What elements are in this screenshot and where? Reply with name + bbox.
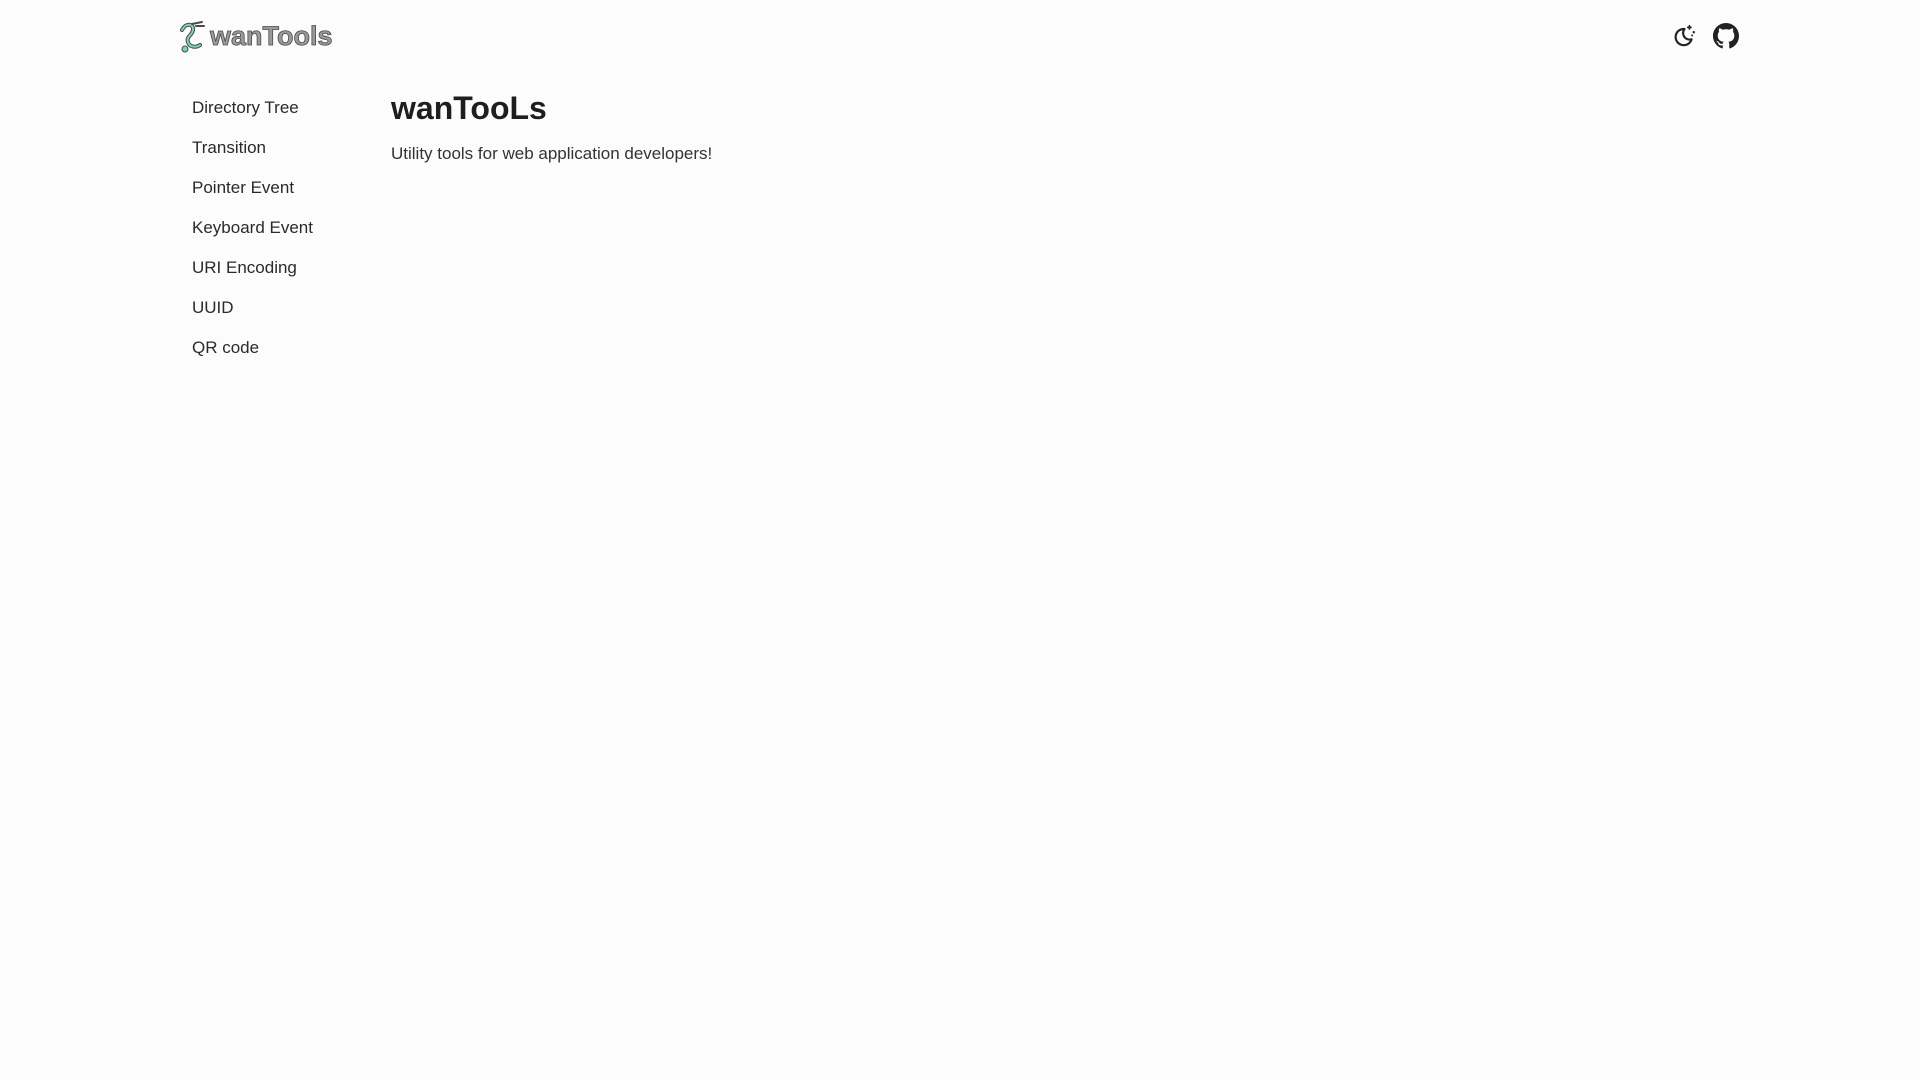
sidebar-item-uri-encoding[interactable]: URI Encoding [176,248,356,288]
logo-wordmark-icon: wanTools [180,21,333,53]
header-actions [1670,22,1740,50]
site-logo[interactable]: wanTools [176,18,336,54]
page-title: wanTooLs [391,90,547,126]
sidebar-nav: Directory Tree Transition Pointer Event … [176,88,356,368]
sidebar-item-directory-tree[interactable]: Directory Tree [176,88,356,128]
app-root: wanTools Directory Tree Transition Point… [0,0,1920,1080]
theme-toggle-button[interactable] [1670,22,1698,50]
main-content: wanTooLs Utility tools for web applicati… [391,88,712,166]
sidebar-item-qr-code[interactable]: QR code [176,328,356,368]
svg-text:wanTools: wanTools [209,21,333,51]
sidebar-item-transition[interactable]: Transition [176,128,356,168]
github-link-button[interactable] [1712,22,1740,50]
github-icon [1713,23,1739,49]
page-subtitle: Utility tools for web application develo… [391,144,713,163]
sidebar-item-uuid[interactable]: UUID [176,288,356,328]
top-header: wanTools [0,0,1920,72]
moon-stars-icon [1674,24,1695,47]
sidebar-item-keyboard-event[interactable]: Keyboard Event [176,208,356,248]
sidebar-item-pointer-event[interactable]: Pointer Event [176,168,356,208]
